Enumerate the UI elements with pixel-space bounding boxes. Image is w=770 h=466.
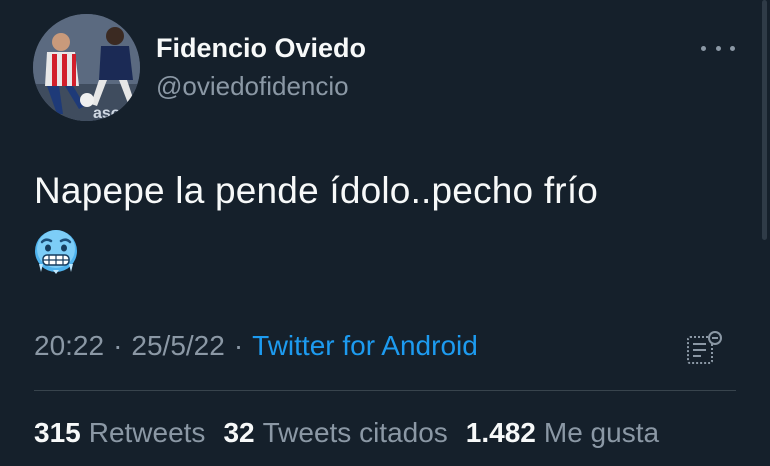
author-display-name[interactable]: Fidencio Oviedo (156, 33, 366, 64)
tweet-date[interactable]: 25/5/22 (131, 330, 224, 362)
scrollbar[interactable] (762, 0, 767, 240)
author-handle[interactable]: @oviedofidencio (156, 71, 349, 102)
avatar[interactable]: aso (33, 14, 140, 121)
likes-label[interactable]: Me gusta (544, 417, 659, 449)
meta-separator: · (233, 330, 244, 361)
more-dot-icon (701, 45, 706, 51)
likes-count[interactable]: 1.482 (466, 417, 536, 449)
meta-separator: · (113, 330, 123, 361)
tweet-time[interactable]: 20:22 (34, 330, 104, 362)
more-dot-icon (730, 45, 735, 51)
quotes-label[interactable]: Tweets citados (263, 417, 448, 449)
tweet-text: Napepe la pende ídolo..pecho frío (34, 170, 599, 211)
tweet-source-link[interactable]: Twitter for Android (252, 330, 478, 362)
tweet-stats: 315 Retweets 32 Tweets citados 1.482 Me … (34, 417, 677, 449)
more-options-button[interactable] (701, 37, 735, 59)
avatar-photo-icon: aso (33, 14, 140, 121)
cold-face-emoji-icon (35, 230, 77, 274)
retweets-label[interactable]: Retweets (89, 417, 206, 449)
tweet-meta: 20:22 · 25/5/22 · Twitter for Android (34, 330, 478, 362)
quotes-count[interactable]: 32 (223, 417, 254, 449)
divider (34, 390, 736, 391)
more-dot-icon (715, 45, 721, 51)
svg-text:aso: aso (93, 105, 121, 121)
analytics-icon[interactable] (685, 330, 723, 366)
tweet-detail: aso Fidencio Oviedo @oviedofidencio Nape… (0, 0, 770, 466)
retweets-count[interactable]: 315 (34, 417, 81, 449)
